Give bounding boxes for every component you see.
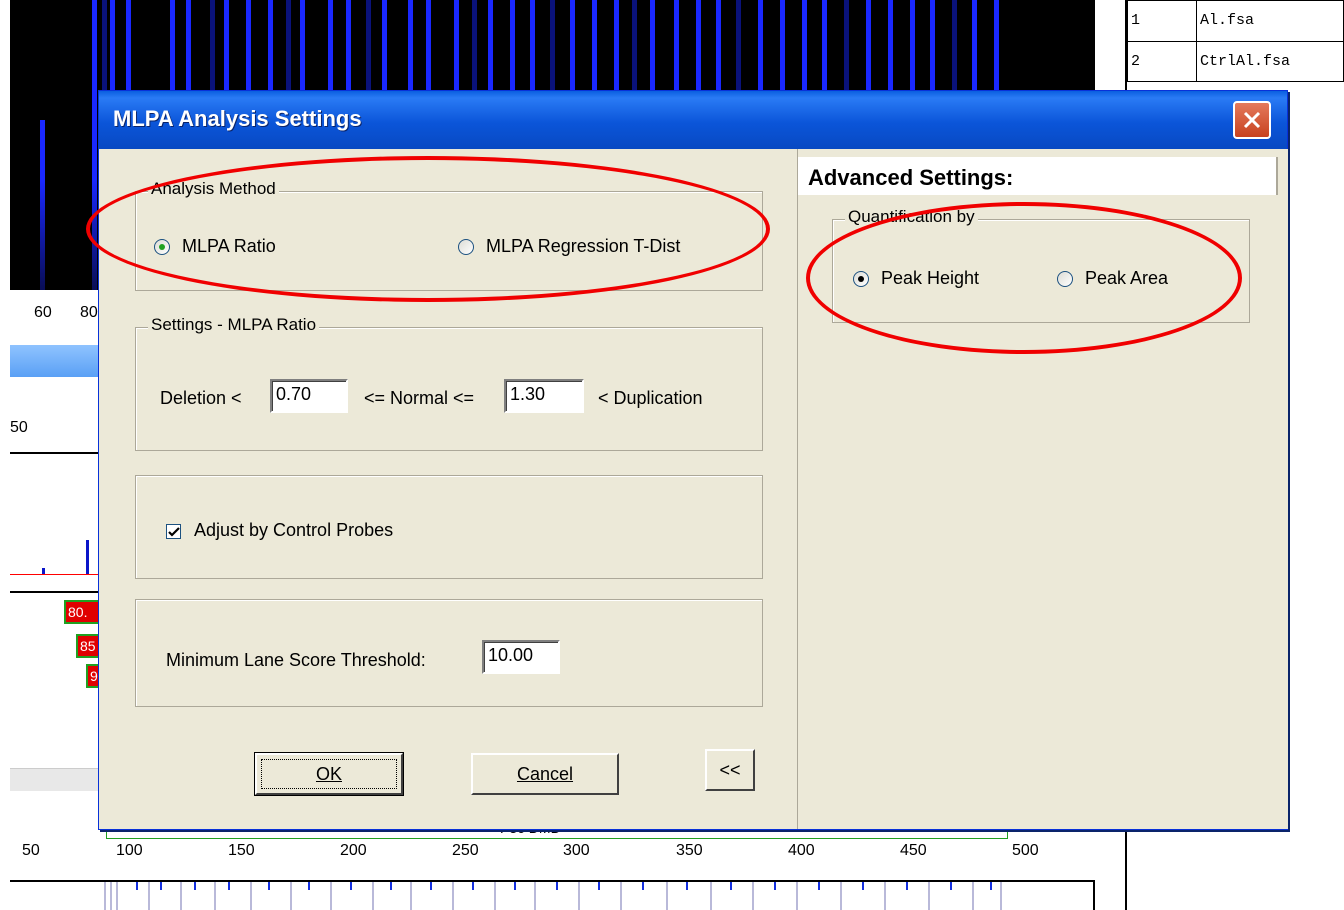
- min-lane-group: Minimum Lane Score Threshold: 10.00: [135, 599, 763, 707]
- close-icon: [1243, 111, 1261, 129]
- file-name: CtrlAl.fsa: [1196, 40, 1344, 82]
- radio-button[interactable]: [154, 238, 170, 255]
- min-lane-input[interactable]: 10.00: [482, 640, 560, 674]
- group-label: Settings - MLPA Ratio: [148, 315, 320, 335]
- trace-peak: [86, 540, 89, 574]
- advanced-title: Advanced Settings:: [808, 165, 1014, 190]
- axis-bottom-tick: 100: [116, 842, 143, 859]
- table-row[interactable]: 1 Al.fsa: [1127, 0, 1344, 42]
- adjust-control-checkbox[interactable]: [166, 524, 181, 539]
- ok-button[interactable]: OK: [254, 752, 404, 796]
- file-number: 1: [1127, 0, 1197, 42]
- advanced-header: Advanced Settings:: [798, 157, 1278, 195]
- group-label: Quantification by: [845, 207, 978, 227]
- radio-button[interactable]: [1057, 270, 1073, 287]
- axis-bottom-tick: 300: [563, 842, 590, 859]
- advanced-settings-panel: Advanced Settings: Quantification by Pea…: [797, 149, 1288, 829]
- axis-bottom-tick: 450: [900, 842, 927, 859]
- dialog-title-bar[interactable]: MLPA Analysis Settings: [99, 91, 1287, 149]
- radio-peak-area[interactable]: Peak Area: [1057, 268, 1168, 289]
- radio-mlpa-ratio[interactable]: MLPA Ratio: [154, 236, 276, 257]
- radio-label: MLPA Ratio: [182, 236, 276, 256]
- scale-label: 50: [10, 419, 28, 436]
- radio-peak-height[interactable]: Peak Height: [853, 268, 979, 289]
- analysis-method-group: Analysis Method MLPA Ratio MLPA Regressi…: [135, 179, 763, 291]
- duplication-threshold-input[interactable]: 1.30: [504, 379, 584, 413]
- radio-button[interactable]: [458, 238, 474, 255]
- axis-bottom-tick: 200: [340, 842, 367, 859]
- radio-label: Peak Height: [881, 268, 980, 288]
- axis-bottom-tick: 150: [228, 842, 255, 859]
- deletion-threshold-input[interactable]: 0.70: [270, 379, 348, 413]
- axis-bottom-tick: 400: [788, 842, 815, 859]
- collapse-advanced-button[interactable]: <<: [705, 749, 755, 791]
- adjust-control-group: Adjust by Control Probes: [135, 475, 763, 579]
- table-row[interactable]: 2 CtrlAl.fsa: [1127, 40, 1344, 82]
- check-icon: [168, 527, 180, 537]
- axis-bottom-tick: 350: [676, 842, 703, 859]
- deletion-label: Deletion <: [160, 388, 242, 408]
- file-number: 2: [1127, 40, 1197, 82]
- trace-line: [10, 574, 100, 575]
- dialog-title: MLPA Analysis Settings: [113, 106, 362, 131]
- axis-bottom-tick: 250: [452, 842, 479, 859]
- normal-label: <= Normal <=: [364, 388, 475, 408]
- close-button[interactable]: [1233, 101, 1271, 139]
- axis-bottom-tick: 50: [22, 842, 40, 859]
- size-axis-plot: [10, 862, 1095, 910]
- duplication-label: < Duplication: [598, 388, 703, 408]
- cancel-button[interactable]: Cancel: [471, 753, 619, 795]
- file-name: Al.fsa: [1196, 0, 1344, 42]
- settings-ratio-group: Settings - MLPA Ratio Deletion < 0.70 <=…: [135, 315, 763, 451]
- collapse-label: <<: [719, 760, 741, 780]
- cancel-label: Cancel: [516, 764, 574, 784]
- quantification-group: Quantification by Peak Height Peak Area: [832, 207, 1250, 323]
- radio-button[interactable]: [853, 270, 869, 287]
- trace-baseline: [10, 452, 100, 454]
- min-lane-label: Minimum Lane Score Threshold:: [166, 650, 426, 670]
- radio-mlpa-regression[interactable]: MLPA Regression T-Dist: [458, 236, 680, 257]
- axis-top-tick: 60: [34, 304, 52, 321]
- adjust-control-label: Adjust by Control Probes: [194, 520, 394, 540]
- axis-bottom-tick: 500: [1012, 842, 1039, 859]
- radio-label: Peak Area: [1085, 268, 1169, 288]
- file-list-table: 1 Al.fsa 2 CtrlAl.fsa: [1127, 0, 1344, 82]
- group-label: Analysis Method: [148, 179, 279, 199]
- axis-top-tick: 80: [80, 304, 98, 321]
- radio-label: MLPA Regression T-Dist: [486, 236, 681, 256]
- trace-baseline: [10, 591, 100, 593]
- mlpa-settings-dialog: MLPA Analysis Settings Analysis Method M…: [98, 90, 1288, 830]
